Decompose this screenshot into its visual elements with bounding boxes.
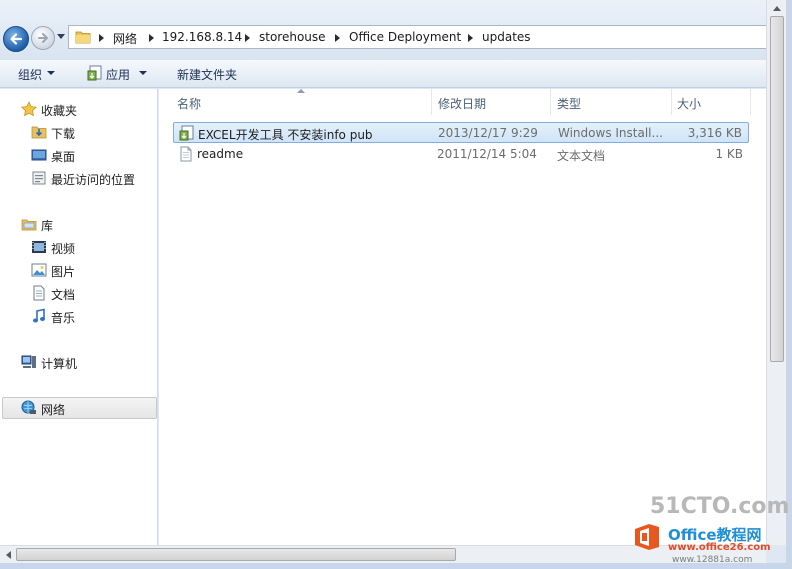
msi-installer-icon [179, 125, 194, 141]
watermark: 51CTO.com Office教程网 www.office26.com www… [632, 494, 789, 566]
address-bar[interactable]: 网络 192.168.8.14 storehouse Office Deploy… [68, 25, 766, 49]
nav-item-label: 最近访问的位置 [51, 173, 136, 187]
column-header-size[interactable]: 大小 [671, 89, 751, 115]
forward-arrow-icon [38, 33, 48, 43]
column-header-type[interactable]: 类型 [551, 89, 671, 115]
vertical-scrollbar[interactable] [766, 0, 786, 545]
breadcrumb-separator-icon[interactable] [99, 34, 104, 42]
text-document-icon [180, 146, 192, 162]
recent-pages-dropdown[interactable] [57, 34, 65, 39]
nav-item-label: 视频 [51, 242, 76, 256]
column-header-modified[interactable]: 修改日期 [432, 89, 550, 115]
nav-item-label: 下载 [51, 127, 76, 141]
nav-computer-label: 计算机 [41, 357, 78, 371]
watermark-site: 51CTO.com [650, 494, 790, 519]
breadcrumb-office-deployment[interactable]: Office Deployment [349, 30, 461, 44]
open-with-button[interactable]: 应用 [106, 66, 130, 83]
nav-libraries-label: 库 [41, 219, 54, 233]
column-header-name[interactable]: 名称 [171, 89, 431, 115]
breadcrumb-separator-icon[interactable] [468, 34, 473, 42]
file-name: readme [197, 147, 244, 161]
file-modified: 2013/12/17 9:29 [438, 126, 538, 140]
star-icon [21, 101, 37, 117]
computer-icon [21, 355, 36, 368]
file-name: EXCEL开发工具 不安装info pub [198, 128, 373, 142]
file-type: 文本文档 [557, 149, 606, 163]
nav-favorites-label: 收藏夹 [41, 104, 78, 118]
installer-icon[interactable] [87, 65, 103, 81]
window-frame-right [786, 0, 792, 569]
video-icon [32, 241, 46, 253]
nav-item-label: 文档 [51, 288, 76, 302]
organize-dropdown-icon[interactable] [47, 71, 55, 75]
watermark-url: www.office26.com [668, 542, 771, 553]
breadcrumb-updates[interactable]: updates [482, 30, 531, 44]
network-icon [21, 400, 36, 414]
nav-item-label: 音乐 [51, 311, 76, 325]
documents-icon [33, 285, 45, 301]
watermark-url-secondary: www.12881a.com [672, 555, 753, 565]
breadcrumb-separator-icon[interactable] [335, 34, 340, 42]
file-size: 1 KB [715, 147, 743, 161]
library-icon [21, 219, 37, 231]
nav-network-label: 网络 [41, 403, 66, 417]
pictures-icon [31, 263, 47, 277]
scroll-left-icon[interactable] [6, 551, 11, 559]
breadcrumb-network[interactable]: 网络 [113, 30, 137, 47]
organize-button[interactable]: 组织 [18, 66, 42, 83]
forward-button[interactable] [31, 26, 55, 50]
open-with-dropdown-icon[interactable] [139, 71, 147, 75]
downloads-folder-icon [31, 126, 47, 139]
folder-icon [75, 31, 91, 44]
command-bar: 组织 应用 新建文件夹 [0, 60, 766, 88]
office-logo-icon [635, 524, 659, 550]
breadcrumb-separator-icon[interactable] [245, 34, 250, 42]
column-divider[interactable] [750, 89, 751, 115]
music-note-icon [33, 308, 45, 323]
navigation-pane: 收藏夹 下载 桌面 最近访问的位置 库 视频 图片 文档 音乐 计算机 网络 [0, 89, 158, 545]
breadcrumb-host[interactable]: 192.168.8.14 [162, 30, 242, 44]
desktop-icon [31, 149, 47, 161]
breadcrumb-separator-icon[interactable] [149, 34, 154, 42]
address-bar-row: 网络 192.168.8.14 storehouse Office Deploy… [0, 0, 766, 60]
back-arrow-icon [10, 33, 23, 45]
table-row[interactable]: readme 2011/12/14 5:04 文本文档 1 KB [173, 144, 749, 165]
table-row[interactable]: EXCEL开发工具 不安装info pub 2013/12/17 9:29 Wi… [173, 122, 749, 143]
vertical-scroll-thumb[interactable] [770, 16, 784, 362]
file-type: Windows Install... [558, 126, 663, 140]
new-folder-button[interactable]: 新建文件夹 [177, 66, 237, 83]
nav-item-label: 图片 [51, 265, 76, 279]
back-button[interactable] [3, 26, 29, 52]
nav-item-label: 桌面 [51, 150, 76, 164]
breadcrumb-storehouse[interactable]: storehouse [259, 30, 326, 44]
file-list: 名称 修改日期 类型 大小 EXCEL开发工具 不安装info pub 2013… [159, 89, 766, 545]
file-size: 3,316 KB [687, 126, 742, 140]
recent-places-icon [32, 171, 46, 185]
scroll-up-icon[interactable] [773, 6, 781, 11]
horizontal-scroll-thumb[interactable] [16, 548, 456, 561]
file-modified: 2011/12/14 5:04 [437, 147, 537, 161]
